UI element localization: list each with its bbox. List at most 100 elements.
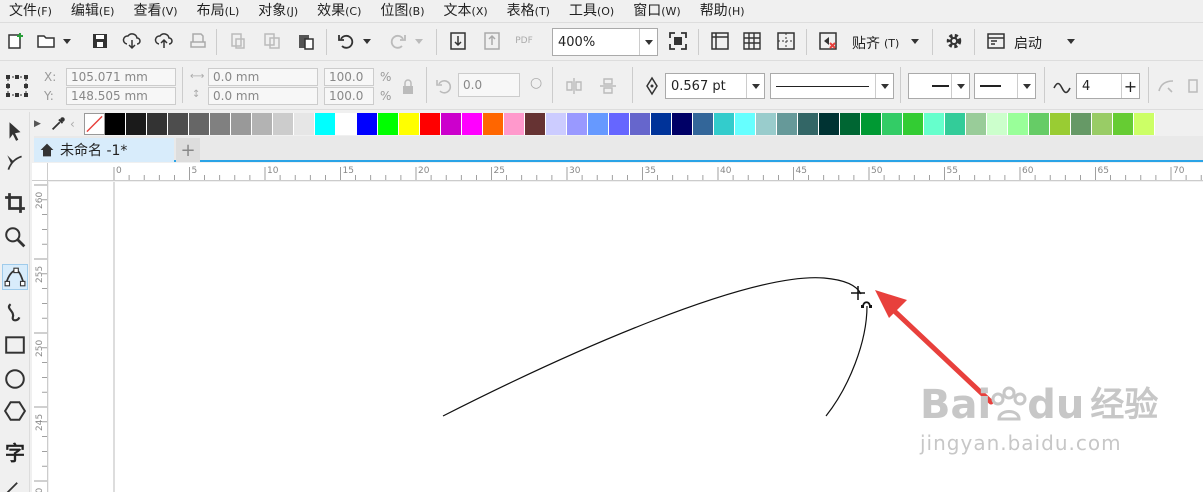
outline-width-dropdown-icon[interactable]	[746, 74, 764, 98]
snap-dropdown-icon[interactable]	[908, 29, 922, 53]
color-swatch[interactable]	[441, 113, 462, 135]
menu-item-8[interactable]: 表格(T)	[498, 0, 560, 22]
artistic-media-tool-icon[interactable]	[2, 300, 28, 326]
color-swatch[interactable]	[399, 113, 420, 135]
color-swatch[interactable]	[1092, 113, 1113, 135]
undo-dropdown-icon[interactable]	[360, 29, 374, 53]
color-swatch[interactable]	[630, 113, 651, 135]
shape-tool-icon[interactable]	[2, 150, 28, 176]
new-document-icon[interactable]	[4, 29, 28, 53]
y-position-field[interactable]: 148.505 mm	[66, 87, 176, 105]
color-swatch[interactable]	[693, 113, 714, 135]
end-arrowhead-combo[interactable]	[974, 73, 1036, 99]
color-swatch[interactable]	[189, 113, 210, 135]
menu-item-11[interactable]: 帮助(H)	[691, 0, 755, 22]
color-swatch[interactable]	[924, 113, 945, 135]
menu-item-2[interactable]: 查看(V)	[124, 0, 187, 22]
smoothing-spin[interactable]: 4 +	[1076, 73, 1140, 99]
color-swatch[interactable]	[609, 113, 630, 135]
color-swatch[interactable]	[945, 113, 966, 135]
color-swatch[interactable]	[168, 113, 189, 135]
color-swatch[interactable]	[252, 113, 273, 135]
color-swatch[interactable]	[525, 113, 546, 135]
rectangle-tool-icon[interactable]	[2, 332, 28, 358]
cloud-download-icon[interactable]	[120, 29, 144, 53]
color-swatch[interactable]	[819, 113, 840, 135]
color-swatch[interactable]	[504, 113, 525, 135]
cloud-upload-icon[interactable]	[152, 29, 176, 53]
launch-icon[interactable]	[984, 29, 1008, 53]
color-swatch[interactable]	[1134, 113, 1155, 135]
eyedropper-icon[interactable]	[46, 115, 70, 133]
bspline-curve-left[interactable]	[442, 277, 862, 417]
menu-item-3[interactable]: 布局(L)	[188, 0, 250, 22]
object-origin-icon[interactable]	[2, 71, 32, 101]
color-swatch[interactable]	[231, 113, 252, 135]
start-arrowhead-combo[interactable]	[908, 73, 970, 99]
color-swatch[interactable]	[315, 113, 336, 135]
menu-item-1[interactable]: 编辑(E)	[62, 0, 125, 22]
menu-item-7[interactable]: 文本(X)	[435, 0, 498, 22]
color-swatch[interactable]	[903, 113, 924, 135]
rulers-toggle-icon[interactable]	[708, 29, 732, 53]
color-swatch[interactable]	[357, 113, 378, 135]
color-swatch[interactable]	[105, 113, 126, 135]
zoom-tool-icon[interactable]	[2, 224, 28, 250]
document-tab[interactable]: 未命名 -1*	[34, 138, 174, 162]
color-swatch[interactable]	[777, 113, 798, 135]
color-swatch[interactable]	[588, 113, 609, 135]
options-gear-icon[interactable]	[942, 29, 966, 53]
color-swatch[interactable]	[1050, 113, 1071, 135]
menu-item-5[interactable]: 效果(C)	[308, 0, 371, 22]
color-swatch[interactable]	[210, 113, 231, 135]
color-swatch[interactable]	[126, 113, 147, 135]
grid-toggle-icon[interactable]	[740, 29, 764, 53]
vertical-ruler[interactable]: 260 255 250 245 240	[32, 181, 48, 492]
color-swatch[interactable]	[966, 113, 987, 135]
parallel-dimension-tool-icon[interactable]	[2, 472, 28, 492]
color-swatch[interactable]	[567, 113, 588, 135]
color-swatch[interactable]	[756, 113, 777, 135]
color-swatch[interactable]	[1029, 113, 1050, 135]
menu-item-10[interactable]: 窗口(W)	[624, 0, 690, 22]
import-icon[interactable]	[446, 29, 470, 53]
color-swatch[interactable]	[1008, 113, 1029, 135]
color-swatch[interactable]	[987, 113, 1008, 135]
new-tab-button[interactable]: +	[176, 138, 200, 162]
polygon-tool-icon[interactable]	[2, 398, 28, 424]
guidelines-toggle-icon[interactable]	[774, 29, 798, 53]
color-swatch[interactable]	[735, 113, 756, 135]
color-swatch[interactable]	[420, 113, 441, 135]
color-swatch[interactable]	[798, 113, 819, 135]
menu-item-0[interactable]: 文件(F)	[0, 0, 62, 22]
x-position-field[interactable]: 105.071 mm	[66, 68, 176, 86]
color-swatch[interactable]	[336, 113, 357, 135]
color-swatch[interactable]	[546, 113, 567, 135]
outline-pen-icon[interactable]	[640, 74, 664, 98]
scale-y-field[interactable]: 100.0	[324, 87, 374, 105]
line-style-dropdown-icon[interactable]	[875, 74, 893, 98]
color-swatch[interactable]	[483, 113, 504, 135]
save-icon[interactable]	[88, 29, 112, 53]
color-swatch[interactable]	[147, 113, 168, 135]
no-color-swatch[interactable]	[84, 113, 105, 135]
smoothing-plus-icon[interactable]: +	[1121, 74, 1139, 98]
pick-tool-icon[interactable]	[2, 118, 28, 144]
palette-left-icon[interactable]: ‹	[70, 117, 84, 131]
palette-scroll-icon[interactable]: ▶	[34, 119, 46, 129]
text-tool-icon[interactable]: 字	[2, 438, 28, 465]
ruler-corner[interactable]	[32, 163, 48, 181]
snap-off-icon[interactable]	[816, 29, 840, 53]
open-folder-icon[interactable]	[34, 29, 58, 53]
color-swatch[interactable]	[462, 113, 483, 135]
color-swatch[interactable]	[672, 113, 693, 135]
snap-to-button[interactable]: 贴齐 (T)	[852, 33, 899, 53]
rotation-field[interactable]: 0.0	[458, 73, 520, 97]
home-icon[interactable]	[34, 142, 60, 158]
color-swatch[interactable]	[714, 113, 735, 135]
bspline-curve-right[interactable]	[825, 305, 868, 417]
menu-item-6[interactable]: 位图(B)	[371, 0, 434, 22]
horizontal-ruler[interactable]: 0 5 10 15 20 25 30 35 40 45 50 55 60 65 70	[48, 163, 1203, 181]
menu-item-9[interactable]: 工具(O)	[560, 0, 624, 22]
open-dropdown-icon[interactable]	[60, 29, 74, 53]
